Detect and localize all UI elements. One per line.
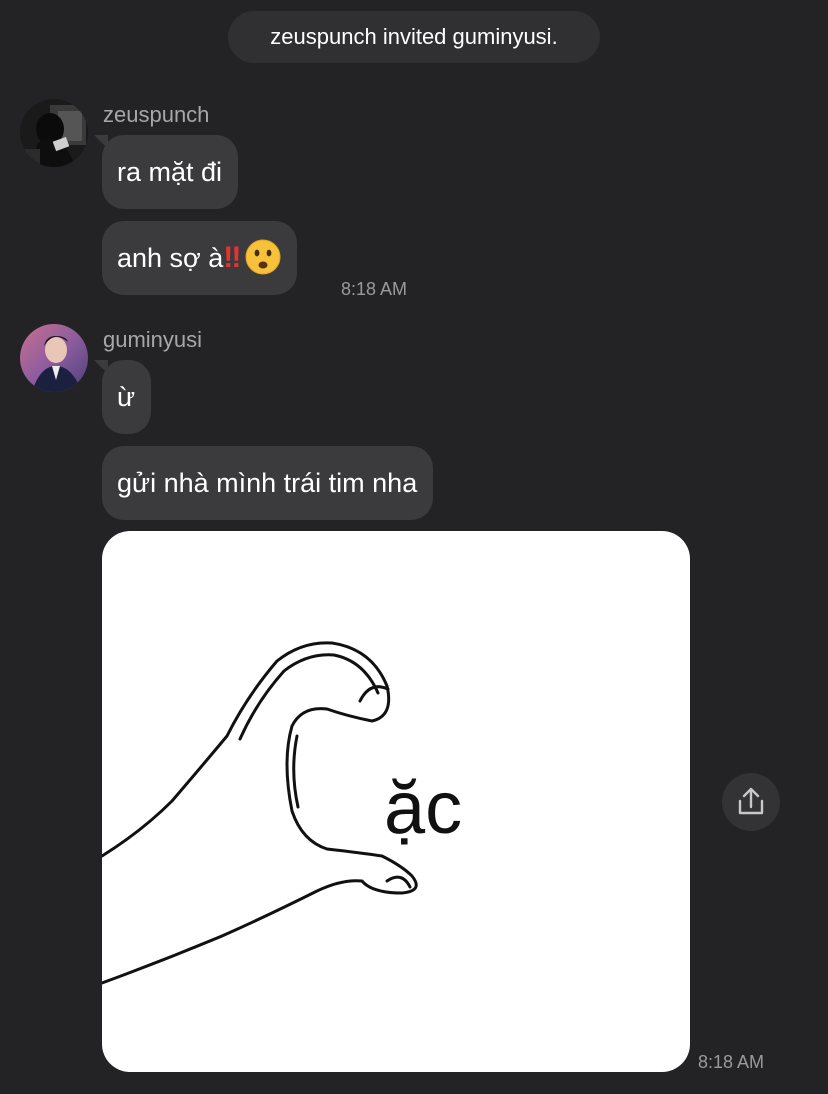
avatar-guminyusi[interactable] <box>20 324 88 392</box>
message-bubble[interactable]: ừ <box>102 360 152 434</box>
share-button[interactable] <box>722 773 780 831</box>
image-message[interactable]: ặc <box>102 531 690 1072</box>
message-timestamp: 8:18 AM <box>341 279 408 299</box>
sender-name: guminyusi <box>103 327 203 352</box>
avatar-zeuspunch[interactable] <box>20 99 88 167</box>
message-timestamp: 8:18 AM <box>698 1052 765 1072</box>
double-exclamation-emoji: ‼ <box>223 241 241 274</box>
image-caption: ặc <box>384 766 463 849</box>
chat-screen: zeuspunch invited guminyusi. zeuspunch r… <box>0 0 828 1094</box>
message-text: ừ <box>117 382 136 412</box>
system-notice: zeuspunch invited guminyusi. <box>228 11 600 63</box>
message-bubble[interactable]: gửi nhà mình trái tim nha <box>102 446 434 520</box>
frowning-face-emoji <box>245 239 281 275</box>
message-bubble[interactable]: ra mặt đi <box>102 135 239 209</box>
sender-name: zeuspunch <box>103 102 210 127</box>
message-text: ra mặt đi <box>117 157 223 187</box>
message-text: gửi nhà mình trái tim nha <box>117 468 418 498</box>
avatar-image <box>20 99 88 167</box>
avatar-image <box>20 324 88 392</box>
message-bubble[interactable]: anh sợ à‼ <box>102 221 298 295</box>
message-text: anh sợ à <box>117 243 224 273</box>
share-icon <box>738 787 764 815</box>
